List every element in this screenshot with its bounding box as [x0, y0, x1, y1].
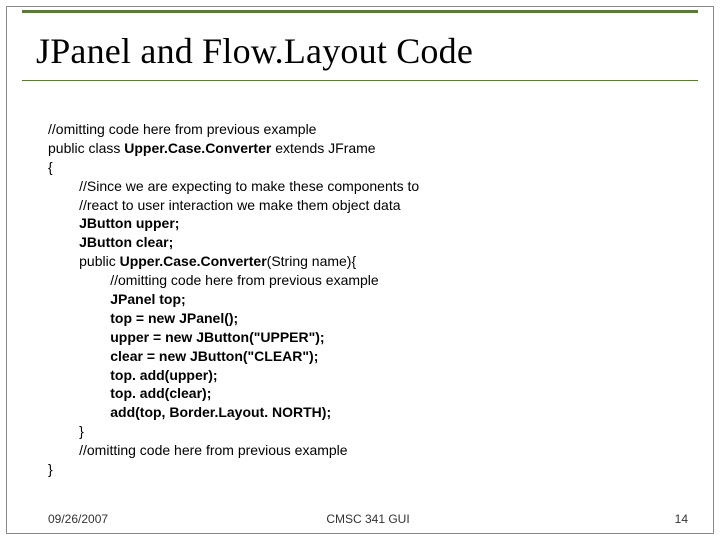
code-line: }	[48, 423, 84, 439]
code-line: public class Upper.Case.Converter extend…	[48, 140, 376, 156]
code-line: //omitting code here from previous examp…	[48, 121, 316, 137]
code-block: //omitting code here from previous examp…	[48, 120, 672, 479]
code-line: public Upper.Case.Converter(String name)…	[48, 253, 356, 269]
code-line: add(top, Border.Layout. NORTH);	[48, 404, 331, 420]
footer: 09/26/2007 CMSC 341 GUI 14	[48, 512, 688, 526]
footer-page: 14	[675, 512, 688, 526]
footer-date: 09/26/2007	[48, 512, 108, 526]
title-underline	[22, 80, 698, 81]
accent-bar	[22, 10, 698, 13]
code-line: JButton upper;	[48, 215, 179, 231]
code-line: }	[48, 461, 53, 477]
code-line: //omitting code here from previous examp…	[48, 272, 379, 288]
footer-course: CMSC 341 GUI	[326, 512, 409, 526]
slide-title: JPanel and Flow.Layout Code	[36, 30, 684, 72]
code-line: top. add(clear);	[48, 385, 211, 401]
code-line: JButton clear;	[48, 234, 173, 250]
code-line: top = new JPanel();	[48, 310, 238, 326]
code-line: JPanel top;	[48, 291, 186, 307]
code-line: clear = new JButton("CLEAR");	[48, 348, 318, 364]
code-line: upper = new JButton("UPPER");	[48, 329, 325, 345]
code-line: top. add(upper);	[48, 367, 218, 383]
code-line: {	[48, 159, 53, 175]
code-line: //omitting code here from previous examp…	[48, 442, 348, 458]
slide: JPanel and Flow.Layout Code //omitting c…	[0, 0, 720, 540]
code-line: //Since we are expecting to make these c…	[48, 178, 419, 194]
code-line: //react to user interaction we make them…	[48, 197, 401, 213]
